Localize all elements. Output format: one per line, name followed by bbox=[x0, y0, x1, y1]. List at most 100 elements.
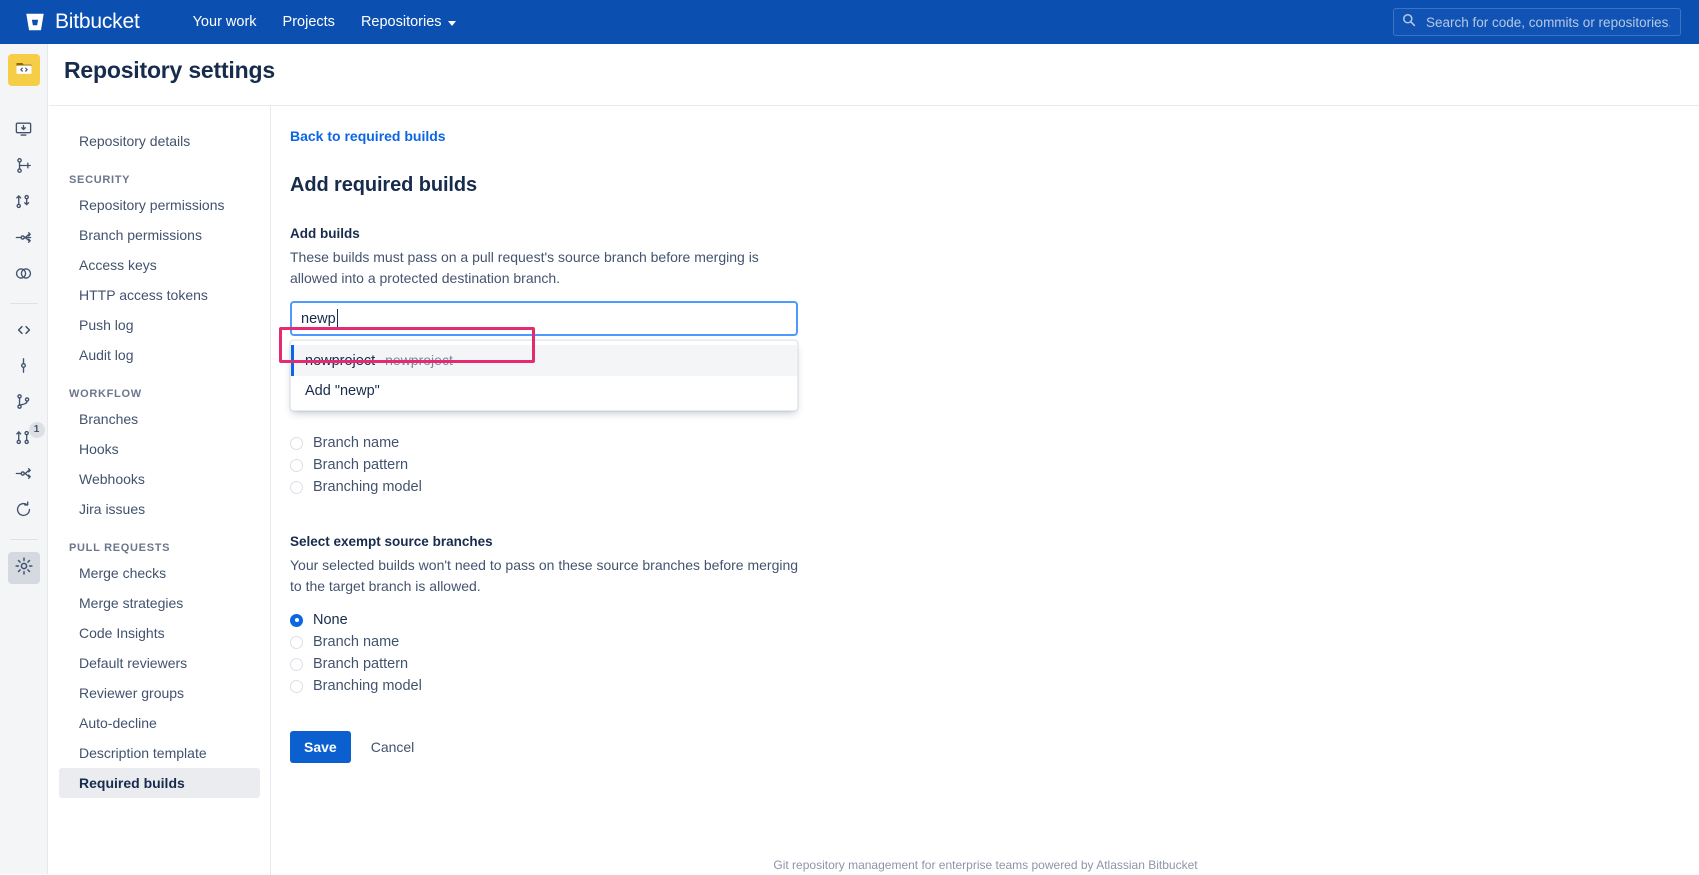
clone-repository-icon bbox=[14, 120, 33, 144]
sidebar-item-label: Reviewer groups bbox=[79, 685, 185, 701]
radio-exempt-branch-name[interactable]: Branch name bbox=[290, 631, 1699, 653]
bitbucket-brand[interactable]: Bitbucket bbox=[24, 10, 140, 34]
section-heading: Add required builds bbox=[290, 174, 477, 196]
sidebar-item-branches[interactable]: Branches bbox=[59, 404, 260, 434]
sidebar-item-label: Push log bbox=[79, 317, 134, 333]
bitbucket-logo-icon bbox=[24, 11, 46, 33]
rail-item-repository-logo[interactable] bbox=[7, 54, 40, 86]
rail-divider-2 bbox=[9, 539, 38, 540]
rail-item-repository-settings[interactable] bbox=[7, 552, 40, 584]
save-button[interactable]: Save bbox=[290, 731, 351, 763]
code-folder-icon bbox=[14, 58, 34, 83]
sidebar-item-default-reviewers[interactable]: Default reviewers bbox=[59, 648, 260, 678]
sidebar-item-label: Merge checks bbox=[79, 565, 167, 581]
sidebar-item-label: Default reviewers bbox=[79, 655, 188, 671]
rail-item-branches[interactable] bbox=[8, 388, 40, 420]
dropdown-option-newproject[interactable]: newproject newproject bbox=[291, 345, 797, 376]
radio-label: Branching model bbox=[313, 479, 422, 495]
sidebar-item-label: Auto-decline bbox=[79, 715, 157, 731]
sidebar-section-pull-requests: Pull requests bbox=[69, 542, 171, 554]
rail-item-compare[interactable] bbox=[8, 260, 40, 292]
sidebar-item-merge-strategies[interactable]: Merge strategies bbox=[59, 588, 260, 618]
brand-label: Bitbucket bbox=[55, 10, 140, 33]
sidebar-item-label: Access keys bbox=[79, 257, 157, 273]
search-input[interactable] bbox=[1424, 13, 1672, 31]
sidebar-item-http-access-tokens[interactable]: HTTP access tokens bbox=[59, 280, 260, 310]
settings-sidebar: Repository details Security Repository p… bbox=[49, 105, 271, 875]
sidebar-item-webhooks[interactable]: Webhooks bbox=[59, 464, 260, 494]
radio-exempt-branching-model[interactable]: Branching model bbox=[290, 675, 1699, 697]
radio-exempt-none[interactable]: None bbox=[290, 609, 1699, 631]
radio-icon bbox=[290, 635, 303, 649]
sidebar-item-audit-log[interactable]: Audit log bbox=[59, 340, 260, 370]
nav-item-repositories-label: Repositories bbox=[360, 14, 442, 30]
radio-source-branching-model[interactable]: Branching model bbox=[290, 476, 1699, 498]
radio-label: Branch name bbox=[313, 435, 400, 451]
exempt-branches-label: Select exempt source branches bbox=[290, 534, 493, 549]
add-builds-dropdown: newproject newproject Add "newp" bbox=[290, 340, 798, 411]
sidebar-item-label: Branches bbox=[79, 411, 139, 427]
rail-item-create-pull-request[interactable] bbox=[8, 188, 40, 220]
radio-icon bbox=[290, 657, 303, 671]
sidebar-section-security: Security bbox=[69, 174, 131, 186]
chevron-down-icon bbox=[447, 20, 456, 26]
radio-label: Branching model bbox=[313, 678, 422, 694]
sidebar-item-access-keys[interactable]: Access keys bbox=[59, 250, 260, 280]
back-to-required-builds-link[interactable]: Back to required builds bbox=[290, 128, 446, 144]
rail-item-pipelines[interactable] bbox=[8, 496, 40, 528]
radio-exempt-branch-pattern[interactable]: Branch pattern bbox=[290, 653, 1699, 675]
sidebar-item-branch-permissions[interactable]: Branch permissions bbox=[59, 220, 260, 250]
sidebar-item-label: Jira issues bbox=[79, 501, 146, 517]
sidebar-item-reviewer-groups[interactable]: Reviewer groups bbox=[59, 678, 260, 708]
nav-item-repositories[interactable]: Repositories bbox=[350, 8, 467, 36]
sidebar-item-required-builds[interactable]: Required builds bbox=[59, 768, 260, 798]
sidebar-item-code-insights[interactable]: Code Insights bbox=[59, 618, 260, 648]
rail-item-source[interactable] bbox=[8, 316, 40, 348]
sidebar-item-description-template[interactable]: Description template bbox=[59, 738, 260, 768]
fork-repository-icon bbox=[14, 228, 33, 252]
page-title: Repository settings bbox=[64, 57, 275, 83]
create-pull-request-icon bbox=[14, 192, 33, 216]
rail-item-commits[interactable] bbox=[8, 352, 40, 384]
dropdown-option-add-new[interactable]: Add "newp" bbox=[291, 376, 797, 406]
nav-item-projects[interactable]: Projects bbox=[272, 8, 346, 36]
sidebar-item-label: Description template bbox=[79, 745, 207, 761]
rail-item-clone[interactable] bbox=[8, 116, 40, 148]
rail-item-pull-requests[interactable]: 1 bbox=[8, 422, 45, 456]
search-icon bbox=[1402, 13, 1416, 32]
sidebar-item-jira-issues[interactable]: Jira issues bbox=[59, 494, 260, 524]
sidebar-item-hooks[interactable]: Hooks bbox=[59, 434, 260, 464]
rail-item-forks[interactable] bbox=[8, 460, 40, 492]
radio-icon bbox=[290, 480, 303, 494]
sidebar-item-repository-details-label: Repository details bbox=[79, 133, 191, 149]
sidebar-item-push-log[interactable]: Push log bbox=[59, 310, 260, 340]
global-search[interactable] bbox=[1393, 8, 1681, 36]
sidebar-item-repository-permissions[interactable]: Repository permissions bbox=[59, 190, 260, 220]
text-caret bbox=[337, 309, 338, 328]
nav-links: Your work Projects Repositories bbox=[182, 8, 467, 36]
footer-text: Git repository management for enterprise… bbox=[773, 858, 1198, 872]
add-builds-help-text: These builds must pass on a pull request… bbox=[290, 249, 759, 286]
main-content: Back to required builds Add required bui… bbox=[271, 105, 1699, 875]
sidebar-item-label: Code Insights bbox=[79, 625, 165, 641]
sidebar-item-auto-decline[interactable]: Auto-decline bbox=[59, 708, 260, 738]
rail-item-fork[interactable] bbox=[8, 224, 40, 256]
radio-source-branch-name[interactable]: Branch name bbox=[290, 432, 1699, 454]
radio-label: Branch name bbox=[313, 634, 400, 650]
sidebar-item-repository-details[interactable]: Repository details bbox=[59, 126, 260, 156]
sidebar-item-label: Webhooks bbox=[79, 471, 145, 487]
pipelines-icon bbox=[14, 500, 33, 524]
source-code-icon bbox=[14, 320, 34, 345]
top-navigation-bar: Bitbucket Your work Projects Repositorie… bbox=[0, 0, 1699, 44]
cancel-button[interactable]: Cancel bbox=[361, 731, 425, 763]
create-branch-icon bbox=[14, 156, 33, 180]
radio-source-branch-pattern[interactable]: Branch pattern bbox=[290, 454, 1699, 476]
sidebar-item-label: Hooks bbox=[79, 441, 119, 457]
add-builds-input[interactable] bbox=[290, 301, 798, 336]
sidebar-item-merge-checks[interactable]: Merge checks bbox=[59, 558, 260, 588]
branches-icon bbox=[14, 392, 33, 416]
nav-item-your-work[interactable]: Your work bbox=[182, 8, 268, 36]
rail-item-create-branch[interactable] bbox=[8, 152, 40, 184]
sidebar-item-label: Branch permissions bbox=[79, 227, 202, 243]
radio-icon bbox=[290, 458, 303, 472]
